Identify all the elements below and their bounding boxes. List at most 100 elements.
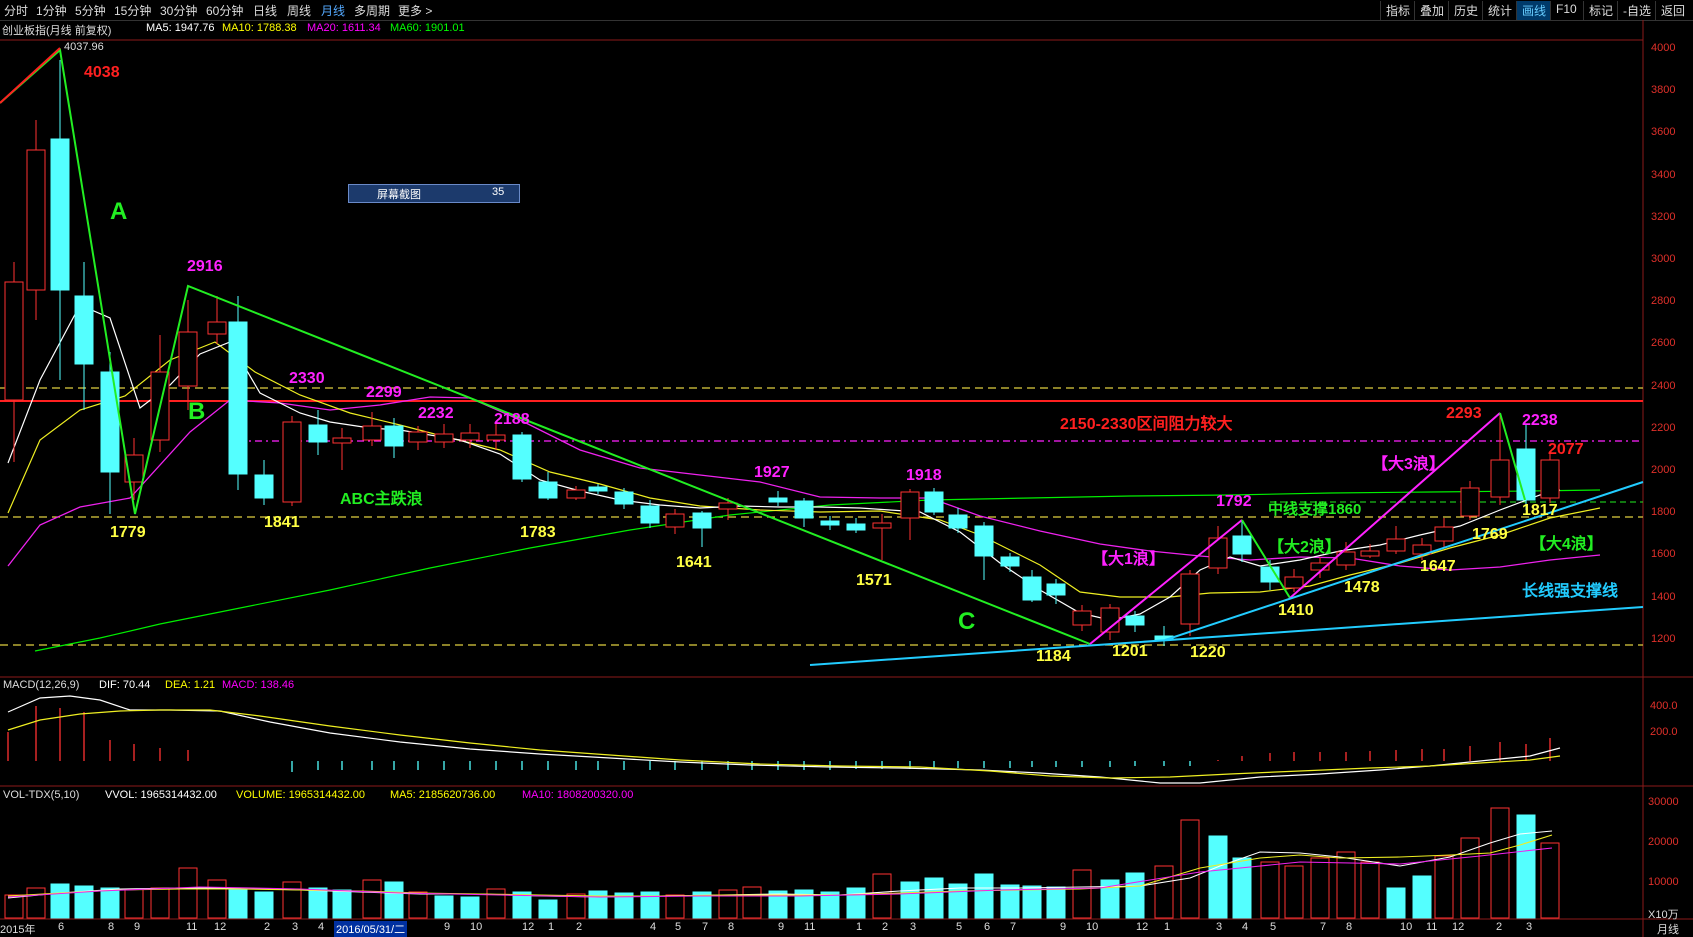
period-tab-15min[interactable]: 15分钟 [114,2,151,19]
price-tick: 2600 [1651,337,1676,350]
annotation-A: A [110,198,128,225]
volume-bar [1208,835,1228,919]
ma5-legend: MA5: 1947.76 [146,22,215,34]
date-tick: 7 [702,921,709,933]
candle [900,489,920,540]
macd-legend-name: MACD(12,26,9) [3,679,80,691]
volume-bar [924,877,944,919]
date-tick: 3 [1526,921,1533,933]
volume-bar [207,879,227,919]
annotation-C: C [958,608,976,635]
history-button[interactable]: 历史 [1448,1,1483,20]
annotation-p1410: 1410 [1278,602,1314,619]
date-tick: 11 [186,921,198,933]
candle [820,516,840,530]
volume-bar [1310,857,1330,919]
volume-bar [1046,886,1066,919]
candle [1232,521,1252,562]
overlay-button[interactable]: 叠加 [1414,1,1449,20]
annotation-abc: ABC主跌浪 [340,491,423,508]
candle [1490,413,1510,505]
period-tab-more[interactable]: 更多 > [398,2,432,19]
period-tab-multi[interactable]: 多周期 [354,2,390,19]
date-tick: 2 [882,921,889,933]
date-tick: 4 [1242,921,1249,933]
candle [1310,557,1330,578]
period-tab-monthly[interactable]: 月线 [321,2,345,19]
volume-bar [362,879,382,919]
annotation-p1641: 1641 [676,554,712,571]
volume-bar [872,873,892,919]
date-tick: 9 [444,921,451,933]
candle [974,522,994,580]
period-tab-weekly[interactable]: 周线 [287,2,311,19]
price-tick: 3800 [1651,84,1676,97]
draw-line-button[interactable]: 画线 [1516,1,1552,20]
volume-bar [150,887,170,919]
annotation-p1201: 1201 [1112,643,1148,660]
annotation-p1918: 1918 [906,467,942,484]
candle [614,488,634,509]
price-tick: 4000 [1651,42,1676,54]
volume-bar [1154,865,1174,919]
candle [332,428,352,470]
price-tick: 2200 [1651,421,1676,434]
candle [538,472,558,500]
volume-bar [1540,842,1560,919]
high-marker: 4037.96 [64,41,104,53]
period-tab-fenshi[interactable]: 分时 [4,2,28,19]
period-tab-60min[interactable]: 60分钟 [206,2,243,19]
price-tick: 2800 [1651,295,1676,308]
date-tick: 2 [576,921,583,933]
screenshot-widget[interactable]: 屏幕截图 35 [348,184,520,203]
period-tab-1min[interactable]: 1分钟 [36,2,67,19]
date-tick: 9 [1060,921,1067,933]
date-tick: 12 [1452,921,1465,933]
candle [254,460,274,505]
period-toolbar: 分时 1分钟 5分钟 15分钟 30分钟 60分钟 日线 周线 月线 多周期 更… [0,0,1693,21]
date-tick: 11 [804,921,816,933]
ma10-legend: MA10: 1788.38 [222,22,297,34]
price-tick: 2000 [1651,464,1676,476]
period-tab-30min[interactable]: 30分钟 [160,2,197,19]
candle [1434,518,1454,548]
candle [512,432,532,482]
candle [1180,570,1200,636]
indicator-button[interactable]: 指标 [1380,1,1415,20]
period-tab-daily[interactable]: 日线 [253,2,277,19]
date-tick: 5 [675,921,682,933]
date-tick: 7 [1320,921,1327,933]
date-tick: 1 [1164,921,1171,933]
back-button[interactable]: 返回 [1655,1,1690,20]
volume-bar [1516,814,1536,919]
candle [1540,452,1560,503]
stats-button[interactable]: 统计 [1482,1,1517,20]
volume-bar [1072,869,1092,919]
date-tick: 12 [1136,921,1149,933]
annotation-p1817: 1817 [1522,502,1558,519]
date-tick: 12 [214,921,227,933]
volume-bar [228,889,248,919]
annotation-B: B [188,398,206,425]
vol-legend-name: VOL-TDX(5,10) [3,789,80,801]
annotation-p1783: 1783 [520,524,556,541]
annotation-p1647: 1647 [1420,558,1456,575]
annotation-p4038: 4038 [84,64,120,81]
f10-button[interactable]: F10 [1550,1,1582,20]
volume-bar [26,887,46,919]
vol-axis-20000: 20000 [1648,836,1679,848]
volume-bar [718,889,738,919]
candle [1000,553,1020,572]
volume-bar [1434,855,1454,919]
candle [924,488,944,515]
watchlist-button[interactable]: -自选 [1617,1,1656,20]
volume-bar [178,867,198,919]
period-tab-5min[interactable]: 5分钟 [75,2,106,19]
volume-bar [588,890,608,919]
date-tick: 11 [1426,921,1438,933]
candle [434,424,454,448]
annotation-wave1: 【大1浪】 [1092,551,1165,568]
dea-legend: DEA: 1.21 [165,679,216,691]
mark-button[interactable]: 标记 [1583,1,1618,20]
candle [665,509,685,534]
